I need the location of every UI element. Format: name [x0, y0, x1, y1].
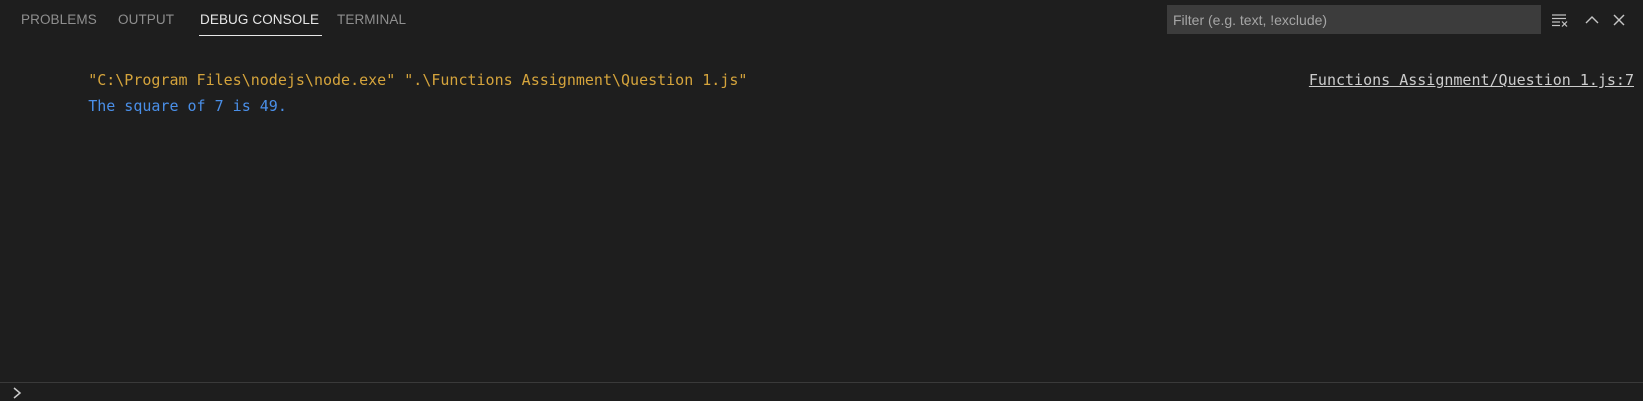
tab-debug-console[interactable]: DEBUG CONSOLE: [199, 12, 323, 36]
repl-input[interactable]: [28, 383, 1632, 401]
repl-input-bar: [0, 382, 1643, 401]
log-text: The square of 7 is 49.: [88, 97, 287, 115]
maximize-panel-button[interactable]: [1581, 9, 1603, 31]
clear-all-icon: [1552, 14, 1568, 27]
console-filter-input[interactable]: [1167, 5, 1541, 34]
console-line-command: "C:\Program Files\nodejs\node.exe" ".\Fu…: [34, 41, 1643, 89]
chevron-right-icon: [13, 387, 22, 399]
close-panel-button[interactable]: [1608, 9, 1630, 31]
active-tab-indicator: [199, 35, 323, 36]
tab-output[interactable]: OUTPUT: [118, 12, 174, 36]
panel-tab-bar: PROBLEMS OUTPUT DEBUG CONSOLE TERMINAL: [0, 0, 1643, 40]
tab-output-label: OUTPUT: [118, 12, 175, 27]
clear-console-button[interactable]: [1549, 9, 1571, 31]
tab-problems[interactable]: PROBLEMS: [21, 12, 97, 36]
tab-debug-console-label: DEBUG CONSOLE: [200, 12, 320, 27]
chevron-up-icon: [1585, 16, 1599, 24]
source-location-link[interactable]: Functions Assignment/Question 1.js:7: [1309, 67, 1634, 93]
debug-console-panel: PROBLEMS OUTPUT DEBUG CONSOLE TERMINAL F…: [0, 0, 1643, 401]
close-icon: [1613, 14, 1625, 26]
tab-problems-label: PROBLEMS: [21, 12, 97, 27]
tab-terminal-label: TERMINAL: [337, 12, 407, 27]
console-line-log: The square of 7 is 49. Functions Assignm…: [34, 67, 1643, 115]
tab-terminal[interactable]: TERMINAL: [337, 12, 406, 36]
console-output: "C:\Program Files\nodejs\node.exe" ".\Fu…: [34, 41, 1643, 115]
